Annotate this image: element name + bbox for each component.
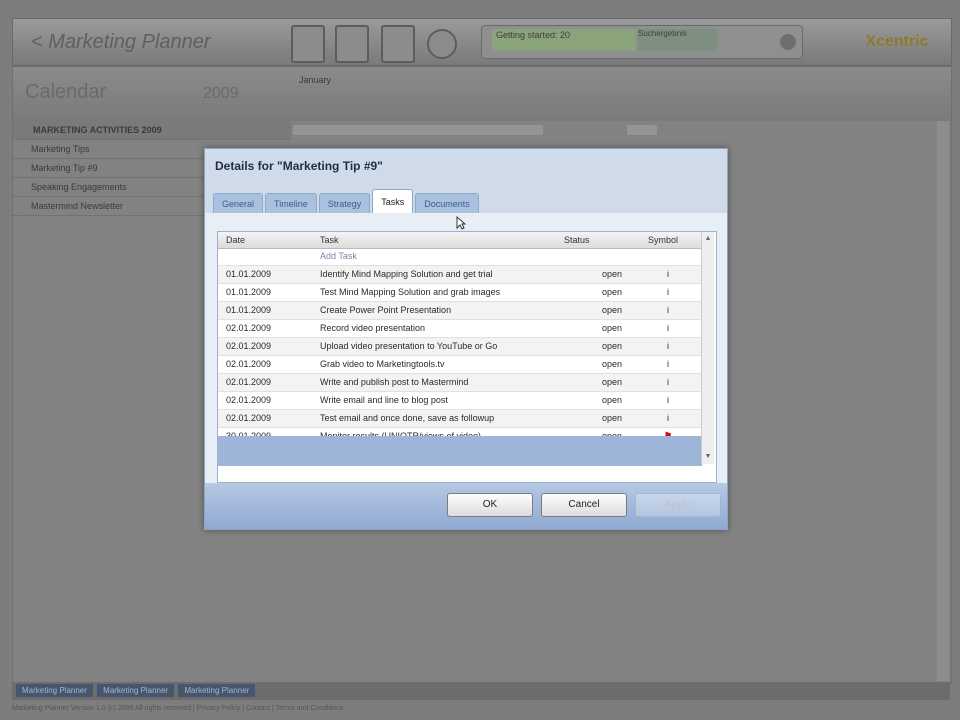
document-icon[interactable] [381,25,415,63]
table-row[interactable]: 02.01.2009 Grab video to Marketingtools.t… [218,356,702,374]
column-header-status[interactable]: Status [564,232,590,248]
calendar-header: Calendar 2009 January [13,67,951,121]
task-date: 02.01.2009 [226,323,272,333]
task-status: open [602,377,623,387]
task-name: Grab video to Marketingtools.tv [320,359,445,369]
year-select[interactable]: 2009 [203,85,239,103]
table-row[interactable]: 02.01.2009 Test email and once done, save… [218,410,702,428]
dialog-title: Details for "Marketing Tip #9" [215,159,383,173]
apply-button[interactable]: Apply [635,493,721,517]
search-result-label: Suchergebnis [638,29,718,51]
tab-timeline[interactable]: Timeline [265,193,317,214]
list-icon[interactable] [335,25,369,63]
task-status: open [602,341,623,351]
month-label: January [299,75,332,85]
grid-scrollbar[interactable]: ▲ ▼ [701,232,714,464]
search-input[interactable]: Getting started: 20 [492,29,636,51]
sidebar-header: MARKETING ACTIVITIES 2009 [13,121,291,140]
tab-tasks[interactable]: Tasks [372,189,414,214]
task-status: open [602,305,623,315]
task-name: Upload video presentation to YouTube or … [320,341,498,351]
info-icon: i [667,413,669,423]
cancel-button[interactable]: Cancel [541,493,627,517]
table-row[interactable]: 02.01.2009 Write and publish post to Mast… [218,374,702,392]
timeline-bar[interactable] [293,125,543,135]
mouse-cursor-icon [456,216,466,230]
info-icon: i [667,287,669,297]
task-date: 02.01.2009 [226,413,272,423]
back-button[interactable]: < Marketing Planner [21,27,221,57]
column-header-symbol[interactable]: Symbol [648,232,678,248]
task-date: 01.01.2009 [226,287,272,297]
task-status: open [602,359,623,369]
taskbar-tab[interactable]: Marketing Planner [97,684,175,697]
scroll-down-icon[interactable]: ▼ [703,452,713,462]
column-header-task[interactable]: Task [320,232,339,248]
search-bar: Getting started: 20 Suchergebnis [481,25,803,59]
brand-logo: Xcentric [865,33,929,50]
footer-text: Marketing Planner Version 1.0 (c) 2009 A… [12,705,344,712]
top-toolbar: < Marketing Planner Getting started: 20 … [12,18,952,66]
task-status: open [602,287,623,297]
info-icon: i [667,341,669,351]
details-dialog: Details for "Marketing Tip #9" General Ti… [204,148,728,530]
task-name: Create Power Point Presentation [320,305,452,315]
dialog-body: Date Task Status Symbol Add Task 01.01.2… [205,213,727,483]
page-title: Calendar [25,81,107,103]
info-icon: i [667,269,669,279]
info-icon: i [667,359,669,369]
column-header-date[interactable]: Date [226,232,245,248]
grid-rows: Add Task 01.01.2009 Identify Mind Mapping… [218,248,702,446]
dialog-footer: OK Cancel Apply [205,483,727,529]
timeline-ticks [293,89,949,119]
table-row[interactable]: 01.01.2009 Test Mind Mapping Solution and… [218,284,702,302]
task-date: 02.01.2009 [226,395,272,405]
tab-strategy[interactable]: Strategy [318,193,371,214]
scroll-up-icon[interactable]: ▲ [703,234,713,244]
task-name: Write email and line to blog post [320,395,448,405]
timeline-bar[interactable] [627,125,657,135]
table-row[interactable]: 01.01.2009 Create Power Point Presentatio… [218,302,702,320]
table-row[interactable]: 02.01.2009 Upload video presentation to Y… [218,338,702,356]
task-status: open [602,323,623,333]
table-row[interactable]: 02.01.2009 Write email and line to blog p… [218,392,702,410]
task-name: Test Mind Mapping Solution and grab imag… [320,287,501,297]
task-date: 02.01.2009 [226,359,272,369]
bottom-taskbar: Marketing Planner Marketing Planner Mark… [12,682,950,700]
add-task-row[interactable]: Add Task [218,248,702,266]
task-status: open [602,413,623,423]
task-name: Write and publish post to Mastermind [320,377,469,387]
app-window: < Marketing Planner Getting started: 20 … [0,0,960,720]
dialog-tabs: General Timeline Strategy Tasks Documents [213,189,481,214]
grid-footer [218,436,702,466]
tab-general[interactable]: General [213,193,264,214]
taskbar-tab[interactable]: Marketing Planner [178,684,256,697]
task-name: Record video presentation [320,323,426,333]
taskbar-tab[interactable]: Marketing Planner [16,684,93,697]
vertical-scrollbar[interactable] [937,121,949,681]
grid-header: Date Task Status Symbol [218,232,702,249]
info-icon: i [667,377,669,387]
ok-button[interactable]: OK [447,493,533,517]
task-name: Identify Mind Mapping Solution and get t… [320,269,493,279]
task-grid: Date Task Status Symbol Add Task 01.01.2… [217,231,717,483]
table-row[interactable]: 01.01.2009 Identify Mind Mapping Solution… [218,266,702,284]
info-icon: i [667,323,669,333]
search-go-icon[interactable] [780,34,796,50]
task-status: open [602,395,623,405]
task-status: open [602,269,623,279]
info-icon: i [667,395,669,405]
task-date: 02.01.2009 [226,377,272,387]
calendar-icon[interactable] [291,25,325,63]
tab-documents[interactable]: Documents [415,193,479,214]
info-icon: i [667,305,669,315]
table-row[interactable]: 02.01.2009 Record video presentation open i [218,320,702,338]
add-task-label[interactable]: Add Task [320,248,590,265]
gear-icon[interactable] [427,29,457,59]
task-date: 01.01.2009 [226,305,272,315]
task-name: Test email and once done, save as follow… [320,413,495,423]
task-date: 02.01.2009 [226,341,272,351]
task-date: 01.01.2009 [226,269,272,279]
